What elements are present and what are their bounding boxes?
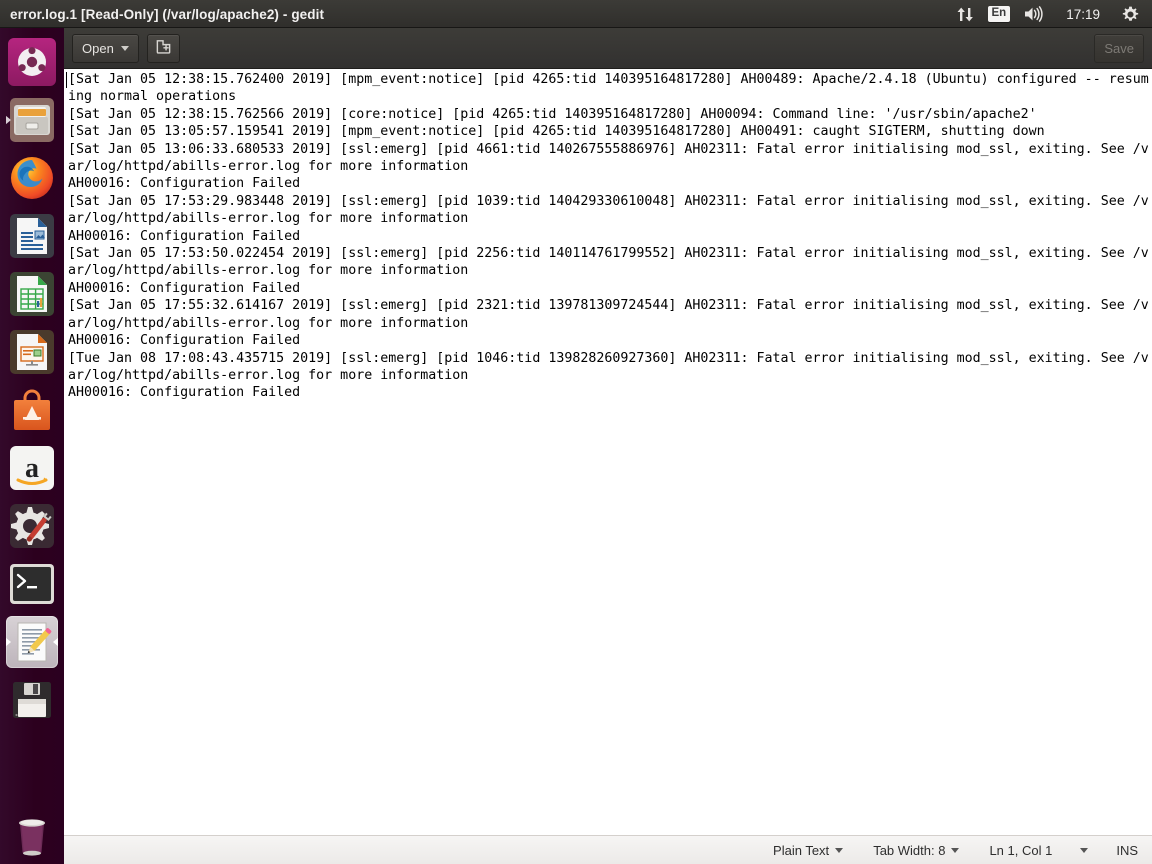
text-editor-area[interactable]: [Sat Jan 05 12:38:15.762400 2019] [mpm_e…	[64, 69, 1152, 835]
ubuntu-software-icon	[14, 389, 50, 430]
chevron-down-icon	[951, 847, 960, 853]
launcher-item-ubuntu-dash[interactable]	[6, 36, 58, 88]
terminal-icon	[10, 564, 54, 604]
cursor-position-label: Ln 1, Col 1	[989, 842, 1053, 858]
clock-label: 17:19	[1066, 6, 1100, 22]
insert-mode-indicator[interactable]: INS	[1116, 843, 1138, 858]
tab-width-selector[interactable]: Tab Width: 8	[873, 842, 960, 858]
gedit-headerbar: Open Save	[64, 28, 1152, 69]
launcher-item-ubuntu-software[interactable]	[6, 384, 58, 436]
insert-mode-label: INS	[1116, 842, 1138, 858]
firefox-icon	[11, 157, 53, 199]
keyboard-layout-indicator[interactable]: En	[981, 0, 1018, 28]
unity-launcher: a	[0, 28, 64, 864]
cursor-position: Ln 1, Col 1	[989, 843, 1052, 858]
network-updown-icon[interactable]	[950, 0, 981, 28]
top-panel: error.log.1 [Read-Only] (/var/log/apache…	[0, 0, 1152, 28]
gedit-icon	[17, 622, 52, 662]
launcher-running-pip	[6, 637, 11, 647]
launcher-item-files[interactable]	[6, 94, 58, 146]
amazon-icon: a	[10, 446, 54, 490]
gedit-window: Open Save [Sat Jan 05 12:38:15.762400 20…	[64, 28, 1152, 864]
open-button[interactable]: Open	[72, 33, 139, 63]
chevron-down-icon	[835, 847, 844, 853]
launcher-item-gedit[interactable]	[6, 616, 58, 668]
launcher-item-firefox[interactable]	[6, 152, 58, 204]
save-button-label: Save	[1104, 40, 1134, 56]
libreoffice-writer-icon	[10, 214, 54, 258]
clock-indicator[interactable]: 17:19	[1051, 0, 1115, 28]
tab-width-label: Tab Width: 8	[873, 842, 946, 858]
launcher-item-terminal[interactable]	[6, 558, 58, 610]
document-text[interactable]: [Sat Jan 05 12:38:15.762400 2019] [mpm_e…	[66, 71, 1152, 402]
save-button[interactable]: Save	[1094, 33, 1144, 63]
new-document-button[interactable]	[146, 33, 180, 63]
ubuntu-dash-icon	[8, 38, 56, 86]
new-document-icon	[155, 38, 172, 58]
open-button-label: Open	[82, 40, 114, 56]
language-label: Plain Text	[773, 842, 830, 858]
language-selector[interactable]: Plain Text	[773, 842, 844, 858]
launcher-item-libreoffice-calc[interactable]	[6, 268, 58, 320]
gedit-statusbar: Plain Text Tab Width: 8 Ln 1, Col 1 INS	[64, 835, 1152, 864]
indicator-area: En 17:19	[950, 0, 1152, 28]
launcher-item-libreoffice-impress[interactable]	[6, 326, 58, 378]
window-title: error.log.1 [Read-Only] (/var/log/apache…	[10, 6, 325, 22]
system-settings-icon	[10, 504, 54, 548]
chevron-down-icon	[120, 45, 129, 51]
volume-icon[interactable]	[1017, 0, 1051, 28]
launcher-item-amazon[interactable]: a	[6, 442, 58, 494]
gear-icon[interactable]	[1115, 0, 1146, 28]
launcher-focused-pip	[53, 637, 58, 647]
libreoffice-impress-icon	[10, 330, 54, 374]
desktop: error.log.1 [Read-Only] (/var/log/apache…	[0, 0, 1152, 864]
launcher-item-trash[interactable]	[6, 808, 58, 860]
trash-icon	[19, 819, 45, 856]
chevron-down-icon[interactable]	[1080, 847, 1089, 853]
launcher-item-libreoffice-writer[interactable]	[6, 210, 58, 262]
svg-text:a: a	[25, 453, 39, 484]
launcher-item-system-settings[interactable]	[6, 500, 58, 552]
launcher-item-disk-drive[interactable]	[6, 674, 58, 726]
files-icon	[10, 98, 54, 142]
floppy-disk-icon	[13, 682, 51, 718]
launcher-running-pip	[6, 115, 11, 125]
libreoffice-calc-icon	[10, 272, 54, 316]
keyboard-layout-label: En	[987, 5, 1011, 23]
